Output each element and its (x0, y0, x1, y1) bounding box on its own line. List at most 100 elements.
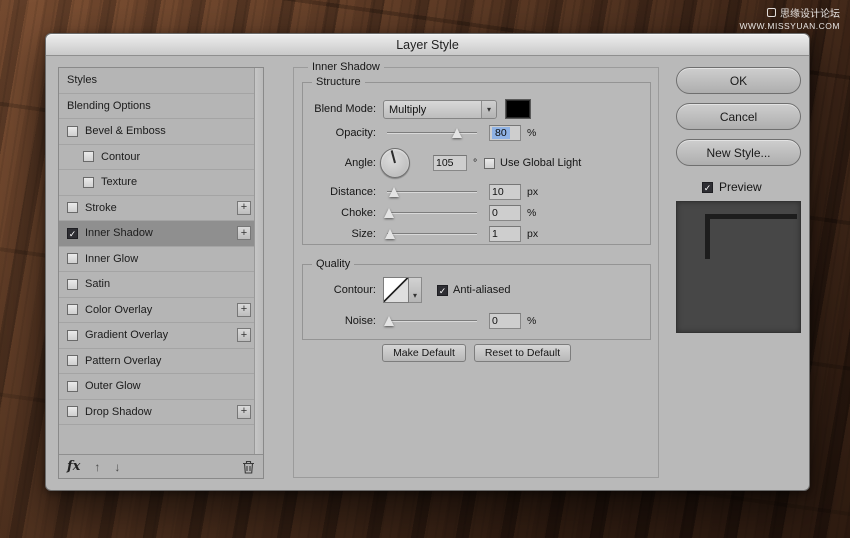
structure-group: Structure Blend Mode: Multiply ▾ Opacity… (302, 76, 651, 245)
sidebar-item-styles[interactable]: Styles (59, 68, 254, 94)
new-style-button[interactable]: New Style... (676, 139, 801, 166)
sidebar-item-bevel-emboss[interactable]: Bevel & Emboss (59, 119, 254, 145)
slider-thumb[interactable] (389, 187, 400, 197)
angle-dial-needle (390, 150, 396, 164)
distance-input[interactable]: 10 (489, 184, 521, 200)
effect-checkbox[interactable] (83, 176, 94, 188)
effect-checkbox[interactable] (67, 380, 78, 392)
angle-label: Angle: (344, 157, 376, 169)
choke-value: 0 (492, 207, 498, 219)
effect-checkbox[interactable] (67, 227, 78, 240)
add-effect-instance-button[interactable]: + (237, 226, 251, 241)
contour-picker[interactable] (383, 277, 409, 303)
angle-dial[interactable] (380, 148, 410, 178)
slider-thumb[interactable] (452, 128, 463, 138)
move-up-icon[interactable]: ↑ (94, 460, 100, 474)
quality-legend: Quality (312, 258, 355, 270)
watermark: 思缘设计论坛 WWW.MISSYUAN.COM (739, 5, 840, 31)
choke-input[interactable]: 0 (489, 205, 521, 221)
slider-track (387, 132, 477, 134)
sidebar-item-label: Drop Shadow (85, 405, 152, 418)
opacity-value-selected: 80 (492, 127, 510, 139)
noise-input[interactable]: 0 (489, 313, 521, 329)
distance-slider[interactable] (387, 185, 477, 199)
sidebar-item-label: Inner Glow (85, 252, 139, 265)
preview-shape-horizontal (705, 214, 797, 219)
sidebar-item-contour[interactable]: Contour (59, 145, 254, 170)
angle-input[interactable]: 105 (433, 155, 467, 171)
slider-track (387, 212, 477, 214)
sidebar-item-stroke[interactable]: Stroke + (59, 196, 254, 221)
anti-aliased-checkbox[interactable] (437, 285, 448, 297)
angle-value: 105 (436, 157, 454, 169)
effect-checkbox[interactable] (67, 304, 78, 316)
use-global-light-label: Use Global Light (500, 157, 582, 169)
sidebar-item-texture[interactable]: Texture (59, 170, 254, 196)
add-effect-instance-button[interactable]: + (237, 302, 251, 317)
shadow-color-swatch[interactable] (505, 99, 531, 119)
sidebar-item-inner-glow[interactable]: Inner Glow (59, 247, 254, 272)
sidebar-item-outer-glow[interactable]: Outer Glow (59, 374, 254, 400)
effect-checkbox[interactable] (67, 202, 78, 214)
effect-checkbox[interactable] (67, 125, 78, 137)
effect-checkbox[interactable] (67, 329, 78, 341)
effect-checkbox[interactable] (83, 151, 94, 163)
sidebar-item-pattern-overlay[interactable]: Pattern Overlay (59, 349, 254, 374)
desktop-background: 思缘设计论坛 WWW.MISSYUAN.COM Layer Style Styl… (0, 0, 850, 538)
effect-checkbox[interactable] (67, 253, 78, 265)
add-effect-instance-button[interactable]: + (237, 328, 251, 343)
sidebar-item-color-overlay[interactable]: Color Overlay + (59, 298, 254, 323)
slider-thumb[interactable] (383, 208, 394, 218)
add-effect-instance-button[interactable]: + (237, 200, 251, 215)
size-input[interactable]: 1 (489, 226, 521, 242)
sidebar-item-satin[interactable]: Satin (59, 272, 254, 298)
preview-label: Preview (719, 180, 762, 194)
size-label: Size: (351, 228, 376, 240)
sidebar-scrollbar[interactable] (254, 68, 263, 455)
blend-mode-select[interactable]: Multiply ▾ (383, 100, 497, 119)
opacity-input[interactable]: 80 (489, 125, 521, 141)
sidebar-item-gradient-overlay[interactable]: Gradient Overlay + (59, 323, 254, 349)
cancel-button[interactable]: Cancel (676, 103, 801, 130)
size-unit: px (527, 228, 539, 240)
noise-unit: % (527, 315, 537, 327)
use-global-light-checkbox[interactable] (484, 158, 495, 169)
add-effect-instance-button[interactable]: + (237, 404, 251, 419)
ok-button[interactable]: OK (676, 67, 801, 94)
sidebar-item-label: Satin (85, 278, 111, 291)
watermark-site-url: WWW.MISSYUAN.COM (739, 21, 840, 31)
effect-checkbox[interactable] (67, 355, 78, 367)
contour-dropdown-arrow[interactable]: ▾ (409, 277, 422, 303)
move-down-icon[interactable]: ↓ (114, 460, 120, 474)
reset-to-default-button[interactable]: Reset to Default (474, 344, 571, 362)
chevron-down-icon: ▾ (481, 101, 496, 118)
make-default-button[interactable]: Make Default (382, 344, 466, 362)
size-value: 1 (492, 228, 498, 240)
preview-checkbox[interactable] (702, 181, 713, 194)
opacity-slider[interactable] (387, 126, 477, 140)
noise-slider[interactable] (383, 314, 477, 328)
sidebar-item-label: Contour (101, 150, 141, 163)
sidebar-item-label: Outer Glow (85, 380, 141, 393)
delete-effect-icon[interactable] (242, 460, 255, 474)
preview-thumbnail (676, 201, 801, 333)
sidebar-item-label: Pattern Overlay (85, 354, 162, 367)
effect-checkbox[interactable] (67, 406, 78, 418)
watermark-logo-icon (767, 8, 776, 17)
sidebar-item-label: Stroke (85, 201, 117, 214)
action-column: OK Cancel New Style... Preview (676, 34, 801, 492)
slider-thumb[interactable] (384, 229, 395, 239)
sidebar-item-label: Blending Options (67, 99, 151, 112)
choke-slider[interactable] (383, 206, 477, 220)
sidebar-item-blending-options[interactable]: Blending Options (59, 94, 254, 119)
sidebar-item-label: Color Overlay (85, 303, 153, 316)
preview-shape-vertical (705, 214, 710, 259)
effect-checkbox[interactable] (67, 278, 78, 290)
slider-thumb[interactable] (383, 316, 394, 326)
sidebar-item-drop-shadow[interactable]: Drop Shadow + (59, 400, 254, 425)
blend-mode-label: Blend Mode: (314, 103, 376, 115)
slider-track (387, 233, 477, 235)
size-slider[interactable] (384, 227, 477, 241)
fx-icon[interactable]: fx (67, 459, 80, 474)
sidebar-item-inner-shadow[interactable]: Inner Shadow + (59, 221, 254, 247)
